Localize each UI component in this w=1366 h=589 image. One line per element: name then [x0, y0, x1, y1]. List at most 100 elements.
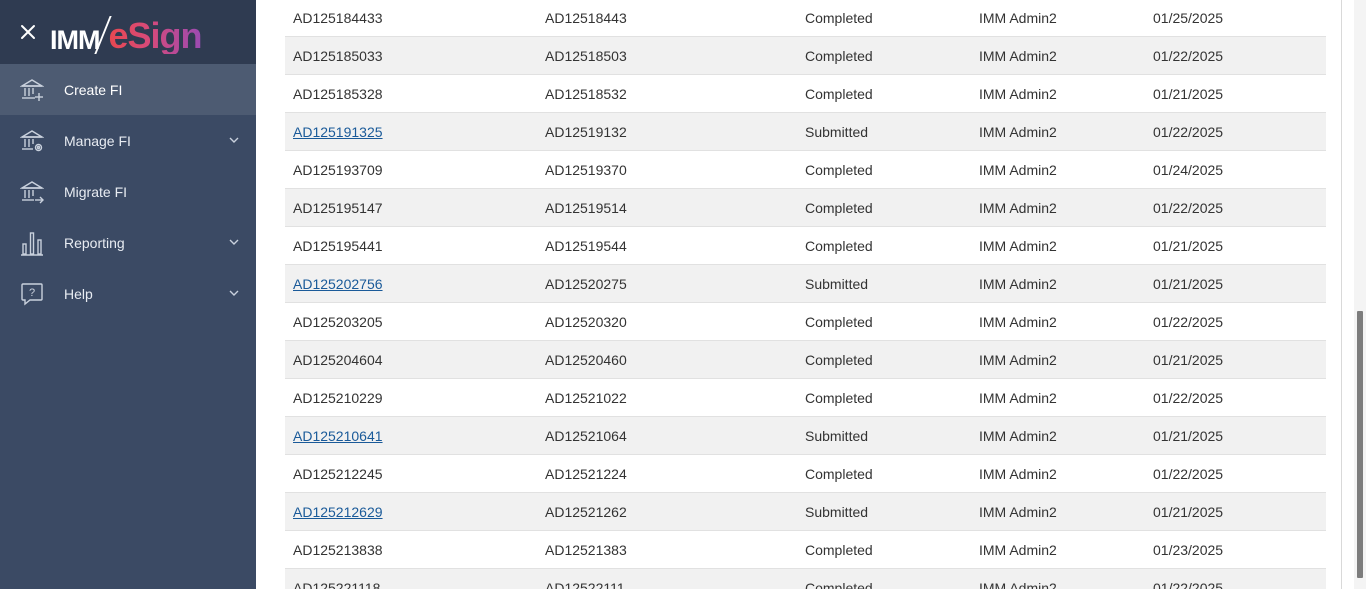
status-cell: Completed: [805, 10, 979, 26]
reference-cell: AD12518443: [545, 10, 627, 26]
sidebar-item-help[interactable]: ? Help: [0, 268, 256, 319]
record-id-link[interactable]: AD125202756: [293, 276, 383, 292]
status-cell: Submitted: [805, 275, 869, 292]
reference-cell: AD12521064: [545, 428, 805, 444]
reference-cell: AD12522111: [545, 579, 625, 589]
table-row: AD125195441 AD12519544 Completed IMM Admin2…: [285, 227, 1326, 265]
status-cell: Completed: [805, 85, 873, 102]
status-cell: Submitted: [805, 428, 979, 444]
status-cell: Completed: [805, 10, 873, 26]
reference-cell: AD12520320: [545, 313, 627, 330]
sidebar-item-manage-fi[interactable]: Manage FI: [0, 115, 256, 166]
user-cell: IMM Admin2: [979, 238, 1153, 254]
svg-text:?: ?: [29, 287, 35, 299]
user-cell: IMM Admin2: [979, 161, 1057, 178]
status-cell: Submitted: [805, 276, 979, 292]
date-cell: 01/21/2025: [1153, 237, 1224, 254]
date-cell: 01/22/2025: [1153, 47, 1224, 64]
date-cell: 01/21/2025: [1153, 276, 1323, 292]
reference-cell: AD12519370: [545, 162, 805, 178]
reference-cell: AD12519132: [545, 124, 805, 140]
date-cell: 01/21/2025: [1153, 86, 1323, 102]
user-cell: IMM Admin2: [979, 389, 1057, 406]
status-cell: Completed: [805, 465, 873, 482]
date-cell: 01/21/2025: [1153, 504, 1323, 520]
status-cell: Completed: [805, 466, 979, 482]
date-cell: 01/22/2025: [1153, 199, 1224, 216]
user-cell: IMM Admin2: [979, 162, 1153, 178]
main-content: AD125184433 AD12518443 Completed IMM Admin2…: [256, 0, 1342, 589]
date-cell: 01/22/2025: [1153, 123, 1224, 140]
date-cell: 01/22/2025: [1153, 580, 1323, 589]
status-cell: Completed: [805, 351, 873, 368]
record-id-link[interactable]: AD125212629: [293, 504, 383, 520]
results-table: AD125184433 AD12518443 Completed IMM Admin2…: [285, 0, 1326, 589]
date-cell: 01/22/2025: [1153, 313, 1224, 330]
user-cell: IMM Admin2: [979, 86, 1153, 102]
user-cell: IMM Admin2: [979, 124, 1153, 140]
sidebar-item-label: Migrate FI: [64, 183, 128, 200]
status-cell: Submitted: [805, 123, 869, 140]
table-row: AD125210229 AD12521022 Completed IMM Admin2…: [285, 379, 1326, 417]
record-id-cell: AD125195147: [285, 200, 545, 216]
reference-cell: AD12518532: [545, 86, 805, 102]
scrollbar-thumb[interactable]: [1357, 311, 1363, 578]
record-id-cell: AD125203205: [293, 313, 383, 330]
date-cell: 01/22/2025: [1153, 390, 1323, 406]
reference-cell: AD12520460: [545, 351, 627, 368]
date-cell: 01/21/2025: [1153, 428, 1323, 444]
status-cell: Completed: [805, 161, 873, 178]
status-cell: Submitted: [805, 504, 979, 520]
date-cell: 01/23/2025: [1153, 541, 1224, 558]
date-cell: 01/21/2025: [1153, 351, 1224, 368]
user-cell: IMM Admin2: [979, 10, 1153, 26]
reference-cell: AD12519370: [545, 161, 627, 178]
date-cell: 01/22/2025: [1153, 465, 1224, 482]
reference-cell: AD12519544: [545, 237, 627, 254]
sidebar-item-reporting[interactable]: Reporting: [0, 217, 256, 268]
table-row: AD125191325 AD12519132 Submitted IMM Admin2…: [285, 113, 1326, 151]
reference-cell: AD12521022: [545, 390, 805, 406]
record-id-link[interactable]: AD125191325: [293, 124, 383, 140]
record-id-cell: AD125210229: [285, 390, 545, 406]
reference-cell: AD12518532: [545, 85, 627, 102]
user-cell: IMM Admin2: [979, 427, 1057, 444]
reference-cell: AD12520275: [545, 276, 805, 292]
reference-cell: AD12518503: [545, 48, 805, 64]
status-cell: Submitted: [805, 503, 869, 520]
sidebar-item-migrate-fi[interactable]: Migrate FI: [0, 166, 256, 217]
sidebar-nav: Create FI Manage FI Migrate FI Reporting…: [0, 64, 256, 319]
record-id-link[interactable]: AD125210641: [293, 428, 383, 444]
brand-bar: IMM eSign: [0, 0, 256, 64]
user-cell: IMM Admin2: [979, 276, 1153, 292]
date-cell: 01/21/2025: [1153, 503, 1224, 520]
user-cell: IMM Admin2: [979, 352, 1153, 368]
sidebar-item-create-fi[interactable]: Create FI: [0, 64, 256, 115]
logo-imm-text: IMM: [50, 25, 100, 55]
reference-cell: AD12521064: [545, 427, 627, 444]
record-id-cell: AD125221118: [285, 580, 545, 589]
bar-chart-icon: [20, 230, 44, 256]
imm-esign-logo: IMM eSign: [50, 10, 203, 55]
user-cell: IMM Admin2: [979, 428, 1153, 444]
chevron-down-icon: [229, 239, 239, 245]
reference-cell: AD12518443: [545, 10, 805, 26]
date-cell: 01/24/2025: [1153, 162, 1323, 178]
sidebar-item-label: Manage FI: [64, 132, 131, 149]
user-cell: IMM Admin2: [979, 85, 1057, 102]
bank-gear-icon: [20, 128, 44, 154]
record-id-cell: AD125185328: [285, 86, 545, 102]
close-sidebar-button[interactable]: [18, 22, 38, 42]
chevron-down-icon: [229, 290, 239, 296]
date-cell: 01/22/2025: [1153, 389, 1224, 406]
status-cell: Completed: [805, 313, 873, 330]
record-id-cell: AD125212245: [293, 465, 383, 482]
user-cell: IMM Admin2: [979, 47, 1057, 64]
record-id-cell: AD125212245: [285, 466, 545, 482]
date-cell: 01/22/2025: [1153, 48, 1323, 64]
reference-cell: AD12521224: [545, 466, 805, 482]
user-cell: IMM Admin2: [979, 275, 1057, 292]
status-cell: Completed: [805, 47, 873, 64]
vertical-scrollbar[interactable]: [1354, 0, 1366, 589]
content-border: [1341, 0, 1342, 589]
